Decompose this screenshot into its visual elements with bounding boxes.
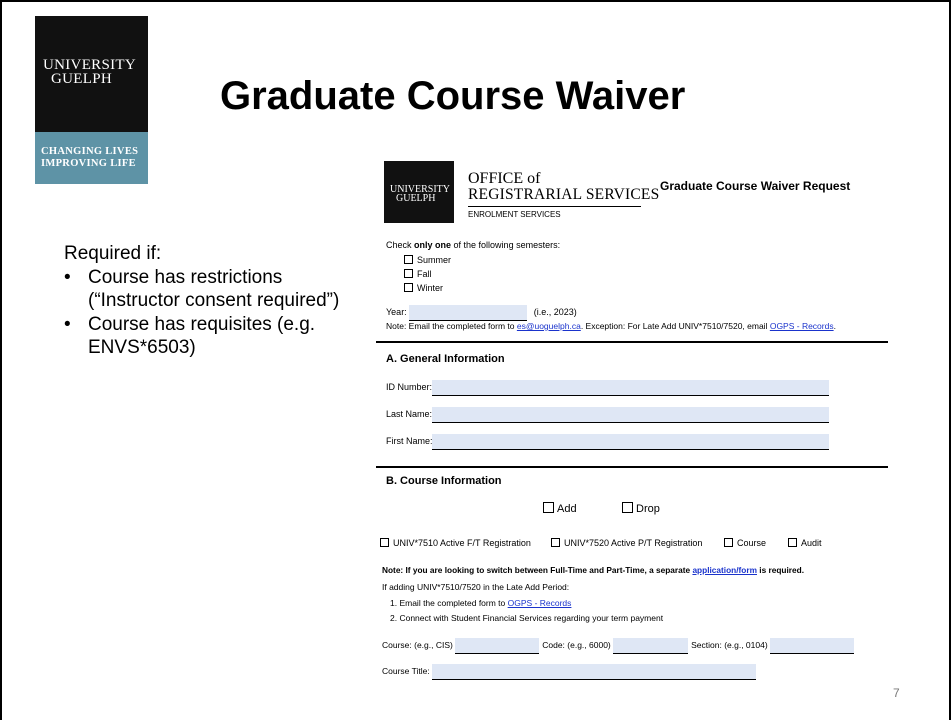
year-row: Year: (i.e., 2023) [386,305,577,321]
section-label: Section: (e.g., 0104) [691,640,768,650]
course-label: Course: (e.g., CIS) [382,640,453,650]
ogps-records-link[interactable]: OGPS - Records [770,321,834,331]
last-name-field[interactable] [432,407,829,423]
slide: UNIVERSITY GUELPH CHANGING LIVES IMPROVI… [0,0,951,720]
reg-option-audit[interactable]: Audit [788,538,822,548]
list-item-text: Course has restrictions (“Instructor con… [88,266,340,312]
logo-wordmark-line1: UNIVERSITY [43,57,136,73]
checkbox-icon[interactable] [404,255,413,264]
semester-label: Summer [417,255,452,265]
office-line2: REGISTRARIAL SERVICES [468,186,660,203]
semester-prompt-post: of the following semesters: [451,240,561,250]
form-title: Graduate Course Waiver Request [660,179,851,193]
late-add-step1: 1. Email the completed form to OGPS - Re… [390,598,571,608]
step1-pre: 1. Email the completed form to [390,598,508,608]
office-line1: OFFICE of [468,170,541,187]
add-option[interactable]: Add [543,502,577,515]
checkbox-icon[interactable] [404,283,413,292]
semester-summer[interactable]: Summer [404,255,451,265]
note-mid: . Exception: For Late Add UNIV*7510/7520… [580,321,770,331]
first-name-field[interactable] [432,434,829,450]
ogps-records-link[interactable]: OGPS - Records [508,598,572,608]
course-title-row: Course Title: [382,664,757,680]
page-number: 7 [893,686,900,700]
field-label: First Name: [386,436,433,446]
section-a-title: A. General Information [386,353,505,365]
switch-note-post: is required. [756,565,805,575]
requirements-list: Required if: • Course has restrictions (… [64,242,358,360]
section-b-title: B. Course Information [386,475,502,487]
university-logo: UNIVERSITY GUELPH [35,16,148,132]
slide-title: Graduate Course Waiver [220,74,686,118]
code-label: Code: (e.g., 6000) [542,640,611,650]
course-title-label: Course Title: [382,666,430,676]
reg-option-label: Audit [801,538,822,548]
first-name-row: First Name: [386,434,829,450]
checkbox-icon[interactable] [622,502,633,513]
semester-prompt-bold: only one [414,240,452,250]
reg-option-label: UNIV*7520 Active P/T Registration [564,538,703,548]
year-hint: (i.e., 2023) [533,307,577,317]
checkbox-icon[interactable] [551,538,560,547]
requirements-intro: Required if: [64,243,162,264]
field-label: Last Name: [386,409,433,419]
reg-option-course[interactable]: Course [724,538,766,548]
section-field[interactable] [770,638,855,654]
drop-option[interactable]: Drop [622,502,660,515]
logo-wordmark-line2: GUELPH [51,71,112,87]
note-end: . [833,321,836,331]
office-header: OFFICE of REGISTRARIAL SERVICES ENROLMEN… [468,171,659,219]
note-pre: Note: Email the completed form to [386,321,517,331]
reg-option-label: Course [737,538,767,548]
last-name-row: Last Name: [386,407,829,423]
email-link[interactable]: es@uoguelph.ca [517,321,581,331]
add-label: Add [557,503,577,515]
reg-option-7510[interactable]: UNIV*7510 Active F/T Registration [380,538,531,548]
checkbox-icon[interactable] [724,538,733,547]
form-note: Note: Email the completed form to es@uog… [386,321,836,331]
tagline-line1: CHANGING LIVES [41,146,139,157]
list-item: • Course has restrictions (“Instructor c… [64,266,358,313]
semester-winter[interactable]: Winter [404,283,443,293]
reg-option-label: UNIV*7510 Active F/T Registration [393,538,531,548]
course-title-field[interactable] [432,664,757,680]
late-add-step2: 2. Connect with Student Financial Servic… [390,613,664,623]
code-field[interactable] [613,638,689,654]
checkbox-icon[interactable] [404,269,413,278]
semester-label: Fall [417,269,432,279]
office-line3: ENROLMENT SERVICES [468,210,561,219]
list-item: • Course has requisites (e.g. ENVS*6503) [64,313,358,360]
id-number-row: ID Number: [386,380,829,396]
form-logo-line2: GUELPH [396,193,436,204]
semester-label: Winter [417,283,444,293]
checkbox-icon[interactable] [543,502,554,513]
tagline-block: CHANGING LIVES IMPROVING LIFE [35,132,148,184]
form-university-logo: UNIVERSITY GUELPH [384,161,454,223]
late-add-intro: If adding UNIV*7510/7520 in the Late Add… [382,582,570,592]
checkbox-icon[interactable] [788,538,797,547]
drop-label: Drop [636,503,660,515]
course-row: Course: (e.g., CIS) Code: (e.g., 6000) S… [382,638,855,654]
year-field[interactable] [409,305,528,321]
semester-fall[interactable]: Fall [404,269,432,279]
field-label: ID Number: [386,382,433,392]
tagline-line2: IMPROVING LIFE [41,158,136,169]
year-label: Year: [386,307,407,317]
semester-prompt: Check only one of the following semester… [386,240,560,250]
course-field[interactable] [455,638,540,654]
checkbox-icon[interactable] [380,538,389,547]
list-item-text: Course has requisites (e.g. ENVS*6503) [88,313,316,359]
switch-note: Note: If you are looking to switch betwe… [382,565,804,575]
id-number-field[interactable] [432,380,829,396]
waiver-form-image: UNIVERSITY GUELPH OFFICE of REGISTRARIAL… [376,159,896,699]
reg-option-7520[interactable]: UNIV*7520 Active P/T Registration [551,538,702,548]
switch-note-pre: Note: If you are looking to switch betwe… [382,565,693,575]
application-form-link[interactable]: application/form [692,565,757,575]
semester-prompt-pre: Check [386,240,415,250]
